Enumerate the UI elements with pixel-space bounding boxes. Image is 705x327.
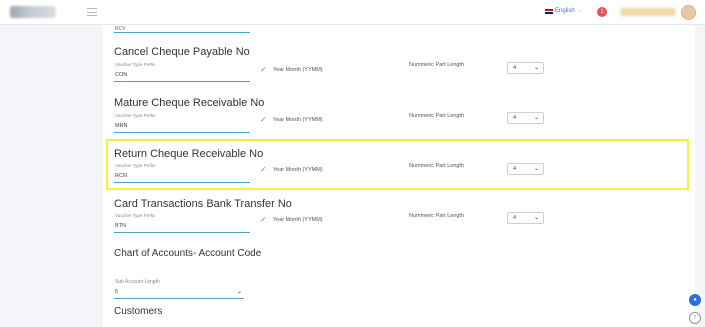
- prefix-input-card-transactions[interactable]: BTN: [115, 223, 126, 229]
- company-logo[interactable]: [10, 6, 56, 18]
- chevron-down-icon: ⌄: [533, 215, 539, 221]
- avatar[interactable]: [681, 5, 696, 20]
- chevron-down-icon: ⌄: [236, 289, 242, 295]
- select-value: 4: [513, 115, 517, 121]
- check-icon[interactable]: ✓: [260, 65, 267, 74]
- prefix-underline: [114, 182, 250, 183]
- year-month-label: Year Month (YYMM): [273, 117, 323, 123]
- numeric-part-length-label: Nummeric Part Length: [409, 62, 465, 68]
- prefix-label: Voucher Type Prefix: [115, 113, 156, 118]
- check-icon[interactable]: ✓: [260, 165, 267, 174]
- year-month-label: Year Month (YYMM): [273, 217, 323, 223]
- select-value: 4: [513, 65, 517, 71]
- numeric-part-length-select[interactable]: 4 ⌄: [507, 163, 544, 175]
- chat-icon[interactable]: ●: [689, 294, 701, 306]
- chevron-down-icon: ⌄: [577, 8, 582, 14]
- numeric-part-length-label: Nummeric Part Length: [409, 213, 465, 219]
- chevron-down-icon: ⌄: [533, 115, 539, 121]
- chevron-down-icon: ⌄: [533, 166, 539, 172]
- select-value: 5: [115, 289, 119, 295]
- top-bar: English ⌄ ♢ 1: [0, 0, 705, 25]
- section-title-mature-cheque: Mature Cheque Receivable No: [114, 97, 265, 109]
- numeric-part-length-label: Nummeric Part Length: [409, 113, 465, 119]
- prefix-label: Voucher Type Prefix: [115, 62, 156, 67]
- uk-flag-icon: [545, 8, 553, 14]
- notification-badge[interactable]: 1: [597, 7, 607, 17]
- year-month-label: Year Month (YYMM): [273, 67, 323, 73]
- prefix-label: Voucher Type Prefix: [115, 213, 156, 218]
- year-month-label: Year Month (YYMM): [273, 167, 323, 173]
- sub-account-length-label: Sub Account Length: [115, 279, 160, 285]
- chevron-down-icon: ⌄: [533, 65, 539, 71]
- previous-prefix-underline: [114, 32, 250, 33]
- section-title-cancel-cheque: Cancel Cheque Payable No: [114, 46, 250, 58]
- check-icon[interactable]: ✓: [260, 215, 267, 224]
- hamburger-icon[interactable]: [87, 8, 97, 16]
- select-value: 4: [513, 166, 517, 172]
- select-value: 4: [513, 215, 517, 221]
- prefix-input-mature-cheque[interactable]: MRN: [115, 123, 128, 129]
- prefix-underline: [114, 81, 250, 82]
- section-title-return-cheque: Return Cheque Receivable No: [114, 148, 264, 160]
- prefix-underline: [114, 232, 250, 233]
- section-title-card-transactions: Card Transactions Bank Transfer No: [114, 198, 292, 210]
- user-name[interactable]: [620, 8, 676, 16]
- sub-account-length-select[interactable]: 5 ⌄: [114, 287, 244, 299]
- prefix-underline: [114, 132, 250, 133]
- section-title-customers: Customers: [114, 306, 163, 317]
- language-selector[interactable]: English ⌄: [545, 8, 582, 14]
- check-icon[interactable]: ✓: [260, 115, 267, 124]
- language-label: English: [555, 8, 575, 14]
- prefix-label: Voucher Type Prefix: [115, 163, 156, 168]
- settings-panel: RCV Cancel Cheque Payable No Voucher Typ…: [103, 25, 695, 327]
- numeric-part-length-select[interactable]: 4 ⌄: [507, 112, 544, 124]
- prefix-input-cancel-cheque[interactable]: CON: [115, 72, 127, 78]
- prefix-input-return-cheque[interactable]: RCN: [115, 173, 127, 179]
- scroll-to-top-icon[interactable]: ↑: [689, 312, 701, 324]
- numeric-part-length-select[interactable]: 4 ⌄: [507, 212, 544, 224]
- section-title-chart-of-accounts: Chart of Accounts- Account Code: [114, 248, 262, 259]
- numeric-part-length-label: Nummeric Part Length: [409, 163, 465, 169]
- numeric-part-length-select[interactable]: 4 ⌄: [507, 62, 544, 74]
